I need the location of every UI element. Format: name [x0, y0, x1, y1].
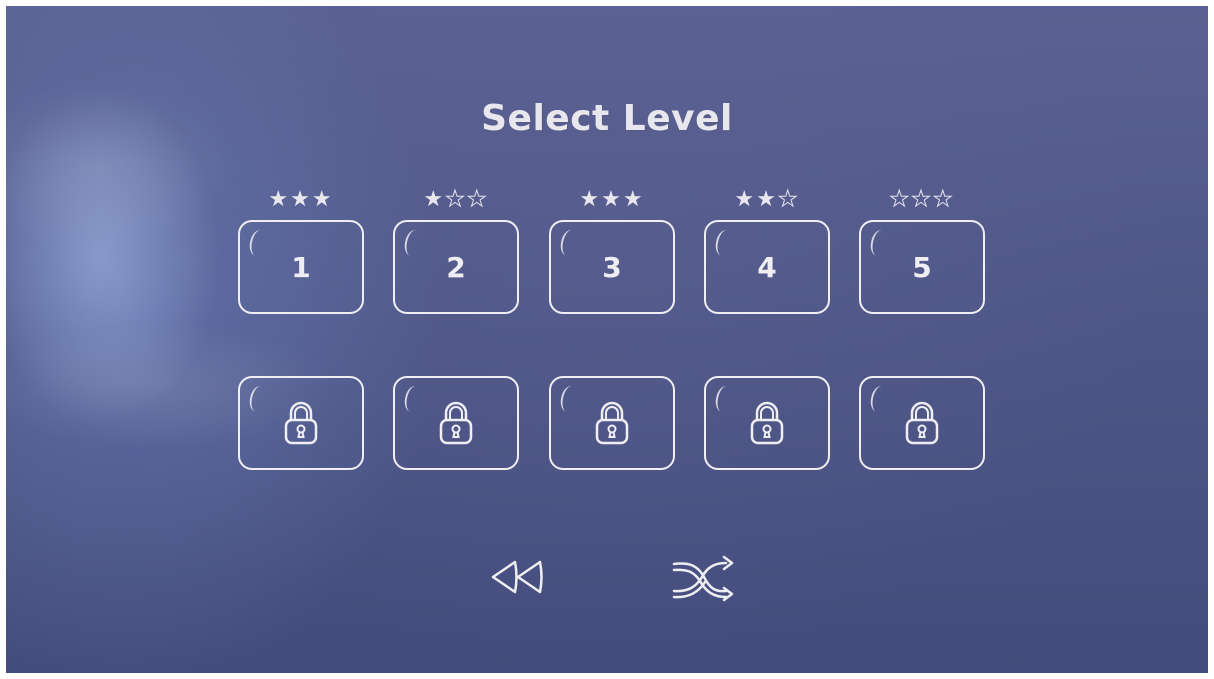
- star-empty-icon: ★: [777, 187, 800, 213]
- level-number: 3: [602, 250, 622, 284]
- star-empty-icon: ★: [932, 187, 955, 213]
- tile-shine: [868, 384, 890, 414]
- star-filled-icon: ★: [622, 187, 645, 212]
- level-number: 4: [757, 250, 777, 284]
- locked-level-button[interactable]: [393, 376, 519, 470]
- level-stars: ★★★: [236, 187, 366, 213]
- tile-shine: [713, 228, 735, 258]
- tile-shine: [247, 228, 269, 258]
- tile-shine: [558, 228, 580, 258]
- tile-shine: [402, 384, 424, 414]
- star-filled-icon: ★: [601, 187, 623, 212]
- star-filled-icon: ★: [311, 187, 334, 212]
- star-empty-icon: ★: [466, 187, 489, 213]
- star-empty-icon: ★: [889, 187, 912, 213]
- level-button[interactable]: 1: [238, 220, 364, 314]
- star-filled-icon: ★: [290, 187, 312, 212]
- level-button[interactable]: 3: [549, 220, 675, 314]
- star-filled-icon: ★: [423, 187, 446, 212]
- star-filled-icon: ★: [268, 187, 291, 212]
- star-empty-icon: ★: [445, 187, 467, 213]
- locked-level-button[interactable]: [549, 376, 675, 470]
- lock-icon: [902, 400, 942, 446]
- lock-icon: [747, 400, 787, 446]
- level-stars: ★★★: [391, 187, 521, 213]
- tile-shine: [402, 228, 424, 258]
- locked-level-button[interactable]: [238, 376, 364, 470]
- level-stars: ★★★: [702, 187, 832, 213]
- level-button[interactable]: 2: [393, 220, 519, 314]
- star-filled-icon: ★: [579, 187, 602, 212]
- page-title: Select Level: [481, 98, 733, 139]
- tile-shine: [247, 384, 269, 414]
- level-stars: ★★★: [547, 187, 677, 213]
- tile-shine: [558, 384, 580, 414]
- level-stars: ★★★: [857, 187, 987, 213]
- level-button[interactable]: 4: [704, 220, 830, 314]
- star-empty-icon: ★: [911, 187, 933, 213]
- level-number: 1: [291, 250, 311, 284]
- lock-icon: [436, 400, 476, 446]
- star-filled-icon: ★: [734, 187, 757, 212]
- rewind-icon[interactable]: [488, 558, 548, 596]
- tile-shine: [713, 384, 735, 414]
- level-button[interactable]: 5: [859, 220, 985, 314]
- star-filled-icon: ★: [756, 187, 778, 212]
- level-number: 2: [446, 250, 466, 284]
- locked-level-button[interactable]: [704, 376, 830, 470]
- lock-icon: [281, 400, 321, 446]
- game-background: Select Level ★★★ 1 ★★★ 2 ★★★ 3 ★★★ 4 ★★★ 5: [6, 6, 1208, 673]
- lock-icon: [592, 400, 632, 446]
- level-number: 5: [912, 250, 932, 284]
- locked-level-button[interactable]: [859, 376, 985, 470]
- tile-shine: [868, 228, 890, 258]
- shuffle-icon[interactable]: [670, 552, 736, 602]
